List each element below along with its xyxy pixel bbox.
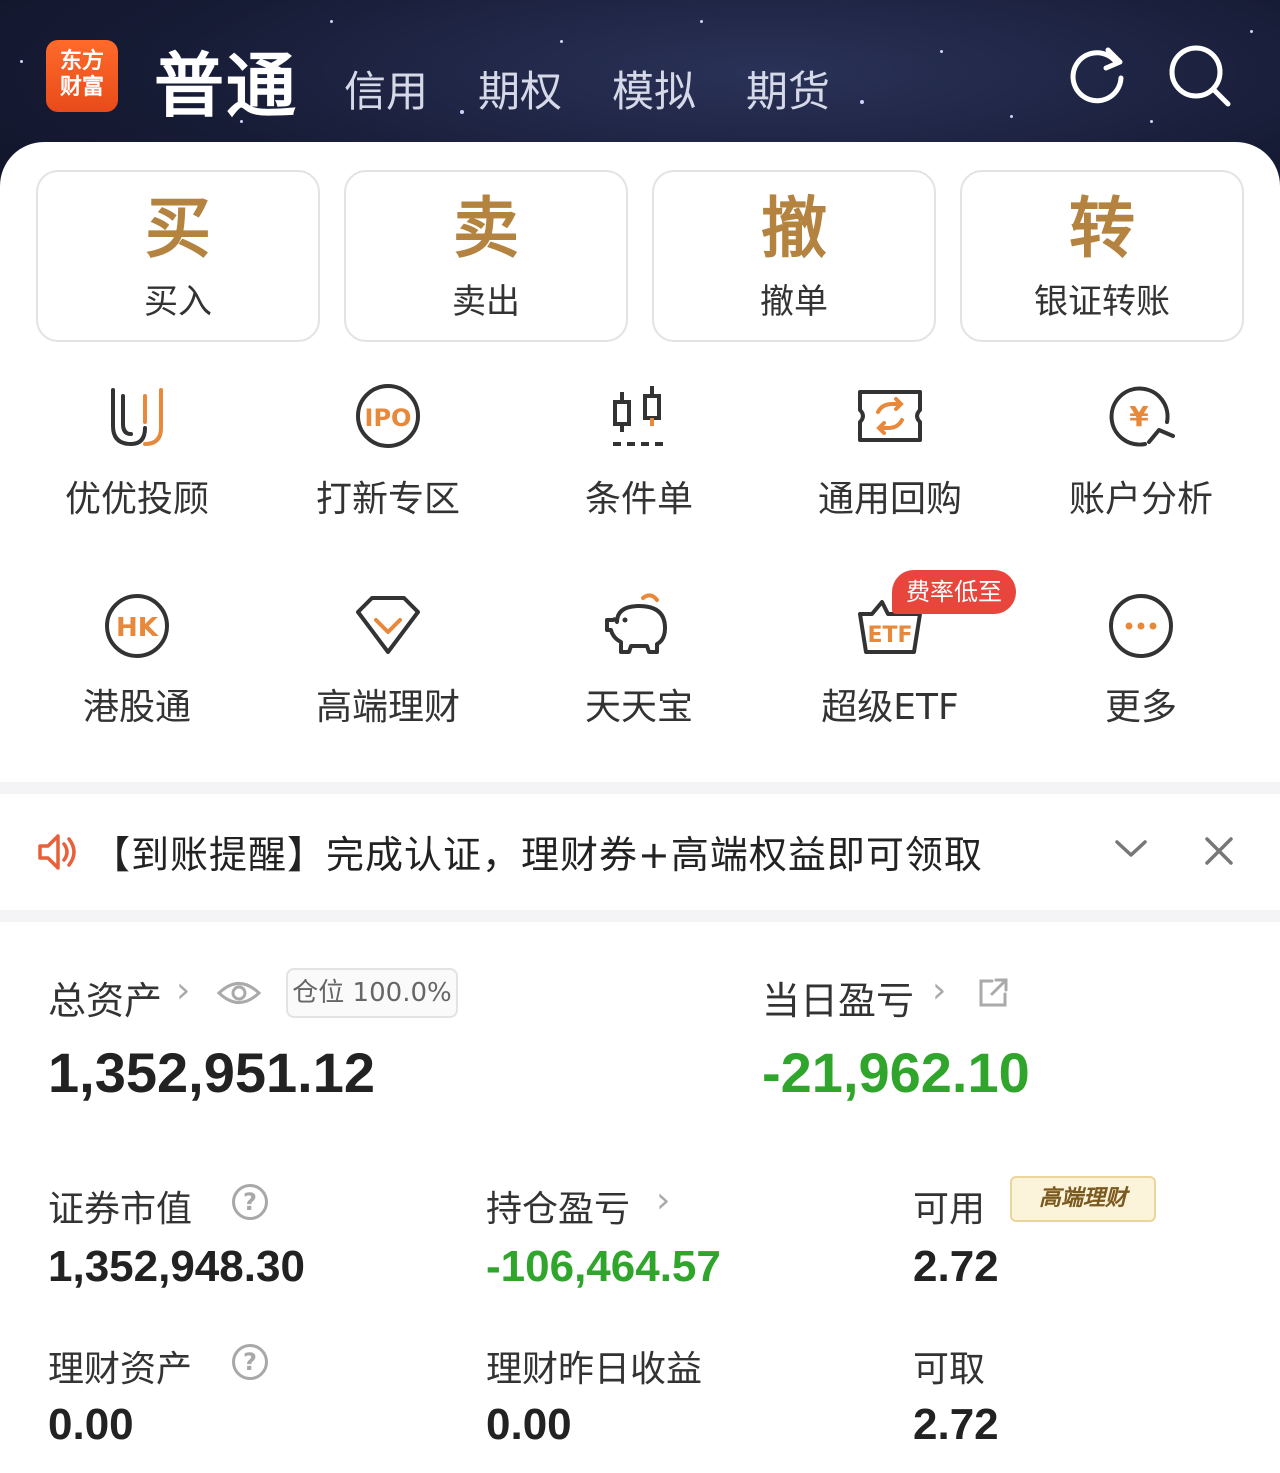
grid-item-youyou[interactable]: 优优投顾 [9, 382, 265, 532]
repurchase-icon [858, 390, 922, 442]
help-icon[interactable]: ? [232, 1344, 268, 1380]
tab-futures[interactable]: 期货 [746, 58, 830, 119]
svg-text:ETF: ETF [867, 623, 912, 648]
grid-item-hk-connect[interactable]: HK 港股通 [9, 590, 265, 740]
chevron-right-icon[interactable]: › [656, 1180, 670, 1221]
fee-promo-badge: 费率低至 [892, 570, 1016, 614]
tab-simulation[interactable]: 模拟 [612, 58, 696, 119]
svg-text:HK: HK [116, 613, 159, 643]
account-analysis-icon: ¥ [1109, 386, 1175, 447]
tab-options[interactable]: 期权 [478, 58, 562, 119]
external-link-icon[interactable] [976, 976, 1010, 1010]
svg-text:¥: ¥ [1129, 400, 1149, 433]
piggy-bank-icon [605, 593, 667, 654]
cancel-glyph: 撤 [761, 189, 827, 267]
buy-button[interactable]: 买 买入 [36, 170, 320, 342]
grid-item-premium-wealth[interactable]: 高端理财 [260, 590, 516, 740]
star-decoration [1250, 30, 1253, 33]
grid-label-ipo: 打新专区 [315, 479, 460, 520]
notice-text: 【到账提醒】完成认证，理财券+高端权益即可领取 [92, 833, 983, 877]
ipo-icon: IPO [356, 384, 420, 448]
star-decoration [20, 60, 23, 63]
star-decoration [330, 20, 333, 23]
grid-label-repurchase: 通用回购 [817, 479, 962, 520]
transfer-glyph: 转 [1069, 189, 1135, 267]
svg-text:IPO: IPO [365, 404, 412, 432]
buy-glyph: 买 [145, 189, 211, 267]
star-decoration [700, 20, 703, 23]
wealth-yesterday-label: 理财昨日收益 [486, 1349, 703, 1390]
chevron-right-icon[interactable]: › [932, 970, 946, 1011]
more-icon [1109, 594, 1173, 658]
wealth-assets-value: 0.00 [48, 1400, 134, 1449]
bank-transfer-button[interactable]: 转 银证转账 [960, 170, 1244, 342]
star-decoration [860, 100, 864, 104]
total-assets-value: 1,352,951.12 [48, 1041, 375, 1104]
grid-label-youyou: 优优投顾 [64, 479, 209, 520]
grid-label-premium-wealth: 高端理财 [315, 687, 460, 728]
grid-item-condition-order[interactable]: 条件单 [511, 382, 767, 532]
youyou-icon [111, 388, 163, 447]
speaker-icon [38, 834, 76, 870]
daily-pl-value: -21,962.10 [762, 1041, 1030, 1104]
wealth-yesterday-value: 0.00 [486, 1400, 572, 1449]
grid-item-account-analysis[interactable]: ¥ 账户分析 [1013, 382, 1269, 532]
grid-label-more: 更多 [1104, 687, 1177, 728]
star-decoration [1150, 120, 1153, 123]
diamond-icon [356, 596, 420, 654]
securities-value-label: 证券市值 [48, 1189, 193, 1230]
star-decoration [940, 50, 943, 53]
withdrawable-label: 可取 [913, 1349, 986, 1390]
logo-line2: 财富 [59, 75, 104, 100]
available-value: 2.72 [913, 1242, 999, 1291]
transfer-label: 银证转账 [1034, 282, 1170, 322]
cancel-order-button[interactable]: 撤 撤单 [652, 170, 936, 342]
app-logo: 东方 财富 [46, 40, 118, 112]
close-icon[interactable] [1204, 836, 1234, 866]
withdrawable-value: 2.72 [913, 1400, 999, 1449]
position-badge: 仓位 100.0% [286, 968, 458, 1018]
grid-label-condition-order: 条件单 [584, 479, 693, 520]
star-decoration [560, 40, 563, 43]
chevron-right-icon[interactable]: › [176, 970, 190, 1011]
star-decoration [1010, 115, 1013, 118]
section-divider [0, 782, 1280, 794]
premium-wealth-badge[interactable]: 高端理财 [1010, 1176, 1156, 1222]
tab-normal[interactable]: 普通 [154, 30, 298, 131]
daily-pl-label[interactable]: 当日盈亏 [762, 970, 914, 1025]
grid-label-hk-connect: 港股通 [82, 687, 191, 728]
search-icon[interactable] [1166, 42, 1232, 108]
cancel-label: 撤单 [760, 282, 828, 322]
section-divider [0, 910, 1280, 922]
holding-pl-label[interactable]: 持仓盈亏 [486, 1180, 630, 1232]
refresh-icon[interactable] [1064, 42, 1130, 108]
grid-label-super-etf: 超级ETF [821, 687, 959, 728]
tab-credit[interactable]: 信用 [344, 58, 428, 119]
sell-label: 卖出 [452, 282, 520, 322]
buy-label: 买入 [144, 282, 212, 322]
eye-icon[interactable] [216, 978, 262, 1008]
star-decoration [460, 110, 464, 114]
grid-item-repurchase[interactable]: 通用回购 [762, 382, 1018, 532]
grid-item-tiantianbao[interactable]: 天天宝 [511, 590, 767, 740]
available-label: 可用 [913, 1189, 986, 1230]
chevron-down-icon[interactable] [1114, 838, 1148, 860]
help-icon[interactable]: ? [232, 1184, 268, 1220]
wealth-assets-label: 理财资产 [48, 1349, 193, 1390]
grid-label-tiantianbao: 天天宝 [584, 687, 693, 728]
candlestick-icon [613, 386, 665, 446]
total-assets-label[interactable]: 总资产 [48, 970, 162, 1025]
sell-glyph: 卖 [453, 189, 519, 267]
grid-item-ipo[interactable]: IPO 打新专区 [260, 382, 516, 532]
securities-value: 1,352,948.30 [48, 1242, 305, 1291]
sell-button[interactable]: 卖 卖出 [344, 170, 628, 342]
logo-line1: 东方 [59, 49, 104, 74]
hk-icon: HK [105, 594, 169, 658]
grid-item-more[interactable]: 更多 [1013, 590, 1269, 740]
grid-label-account-analysis: 账户分析 [1068, 479, 1213, 520]
holding-pl-value: -106,464.57 [486, 1242, 721, 1291]
notice-banner[interactable]: 【到账提醒】完成认证，理财券+高端权益即可领取 [0, 794, 1280, 910]
